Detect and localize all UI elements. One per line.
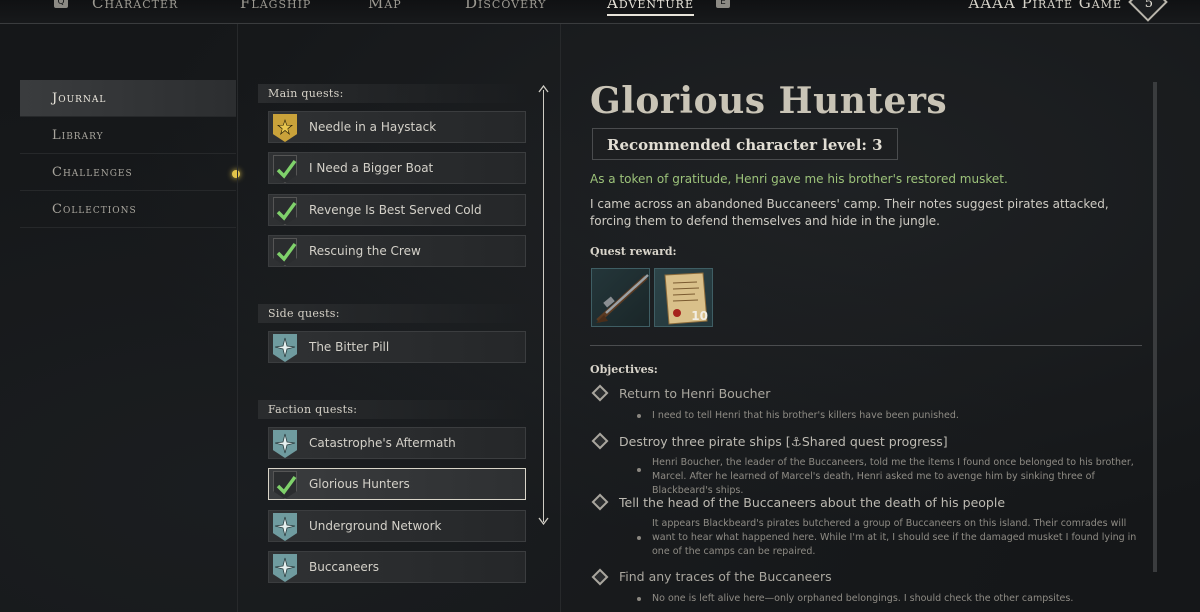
- star-quest-icon: [273, 114, 297, 142]
- quest-status-note: As a token of gratitude, Henri gave me h…: [590, 172, 1008, 186]
- menu-item-collections[interactable]: Collections: [20, 191, 236, 228]
- scroll-down-arrow-icon[interactable]: [538, 517, 549, 525]
- journal-menu: Journal Library Challenges Collections: [20, 80, 236, 228]
- menu-item-journal[interactable]: Journal: [20, 80, 236, 117]
- tab-character[interactable]: Character: [92, 0, 178, 12]
- objective-note: I need to tell Henri that his brother's …: [652, 410, 959, 421]
- checkmark-icon: [273, 155, 297, 183]
- quest-catastrophes-aftermath[interactable]: Catastrophe's Aftermath: [268, 427, 526, 459]
- objective-diamond-icon: [591, 384, 609, 402]
- quest-glorious-hunters[interactable]: Glorious Hunters: [268, 468, 526, 500]
- quest-label: Catastrophe's Aftermath: [309, 436, 456, 450]
- quest-list-scrollbar[interactable]: [543, 90, 544, 522]
- top-navigation: Q Character Flagship Map Discovery Adven…: [0, 0, 1200, 24]
- menu-item-library[interactable]: Library: [20, 117, 236, 154]
- objective-title-suffix: Shared quest progress]: [801, 434, 948, 449]
- compass-star-icon: [273, 513, 297, 541]
- bullet-icon: [637, 468, 641, 472]
- player-level: 5: [1144, 0, 1153, 11]
- bullet-icon: [637, 597, 641, 601]
- menu-item-challenges[interactable]: Challenges: [20, 154, 236, 191]
- objective-title: Return to Henri Boucher: [619, 386, 771, 401]
- quest-label: Buccaneers: [309, 560, 379, 574]
- side-quests-label: Side quests:: [258, 304, 528, 323]
- compass-star-icon: [273, 554, 297, 582]
- quest-underground-network[interactable]: Underground Network: [268, 510, 526, 542]
- checkmark-icon: [273, 197, 297, 225]
- quest-buccaneers[interactable]: Buccaneers: [268, 551, 526, 583]
- quest-title: Glorious Hunters: [590, 80, 948, 122]
- reward-count: 10: [691, 309, 708, 323]
- compass-star-icon: [273, 430, 297, 458]
- faction-quests-label: Faction quests:: [258, 400, 528, 419]
- objective-title: Find any traces of the Buccaneers: [619, 569, 832, 584]
- divider: [590, 345, 1142, 346]
- objective-diamond-icon: [591, 493, 609, 511]
- quest-label: Rescuing the Crew: [309, 244, 421, 258]
- quest-needle-in-a-haystack[interactable]: Needle in a Haystack: [268, 111, 526, 143]
- nav-left-key-icon: Q: [54, 0, 68, 8]
- objective-note: No one is left alive here—only orphaned …: [652, 593, 1074, 604]
- tab-discovery[interactable]: Discovery: [465, 0, 546, 12]
- objective-note: Henri Boucher, the leader of the Buccane…: [652, 457, 1134, 496]
- checkmark-icon: [273, 238, 297, 266]
- checkmark-icon: [273, 471, 297, 499]
- tab-flagship[interactable]: Flagship: [240, 0, 311, 12]
- nav-right-key-icon: E: [716, 0, 730, 8]
- main-quests-label: Main quests:: [258, 84, 528, 103]
- notification-dot-icon: [232, 170, 240, 178]
- objective-note: It appears Blackbeard's pirates butchere…: [652, 518, 1137, 557]
- quest-revenge-is-best-served-cold[interactable]: Revenge Is Best Served Cold: [268, 194, 526, 226]
- quest-description: I came across an abandoned Buccaneers' c…: [590, 197, 1109, 228]
- quest-label: Underground Network: [309, 519, 442, 533]
- shared-progress-icon: ⚓: [790, 434, 802, 449]
- objective-diamond-icon: [591, 568, 609, 586]
- recommended-level: Recommended character level: 3: [592, 128, 898, 160]
- quest-the-bitter-pill[interactable]: The Bitter Pill: [268, 331, 526, 363]
- quest-label: Revenge Is Best Served Cold: [309, 203, 482, 217]
- game-title: AAAA Pirate Game: [968, 0, 1122, 12]
- reward-treasure-map[interactable]: 10: [654, 268, 713, 327]
- tab-map[interactable]: Map: [368, 0, 402, 12]
- quest-reward-label: Quest reward:: [590, 245, 677, 258]
- quest-label: Glorious Hunters: [309, 477, 410, 491]
- bullet-icon: [637, 536, 641, 540]
- compass-star-icon: [273, 334, 297, 362]
- tab-adventure[interactable]: Adventure: [607, 0, 694, 16]
- detail-scrollbar[interactable]: [1153, 82, 1157, 572]
- objective-title-text: Destroy three pirate ships [: [619, 434, 791, 449]
- quest-rescuing-the-crew[interactable]: Rescuing the Crew: [268, 235, 526, 267]
- quest-label: The Bitter Pill: [309, 340, 390, 354]
- divider: [560, 24, 561, 612]
- divider: [237, 24, 238, 612]
- quest-label: I Need a Bigger Boat: [309, 161, 434, 175]
- objective-title: Destroy three pirate ships [⚓Shared ques…: [619, 434, 948, 449]
- quest-i-need-a-bigger-boat[interactable]: I Need a Bigger Boat: [268, 152, 526, 184]
- quest-label: Needle in a Haystack: [309, 120, 437, 134]
- bullet-icon: [637, 414, 641, 418]
- reward-musket[interactable]: [591, 268, 650, 327]
- objective-title: Tell the head of the Buccaneers about th…: [619, 495, 1006, 510]
- objectives-label: Objectives:: [590, 363, 658, 376]
- musket-icon: [596, 274, 649, 323]
- objective-diamond-icon: [591, 432, 609, 450]
